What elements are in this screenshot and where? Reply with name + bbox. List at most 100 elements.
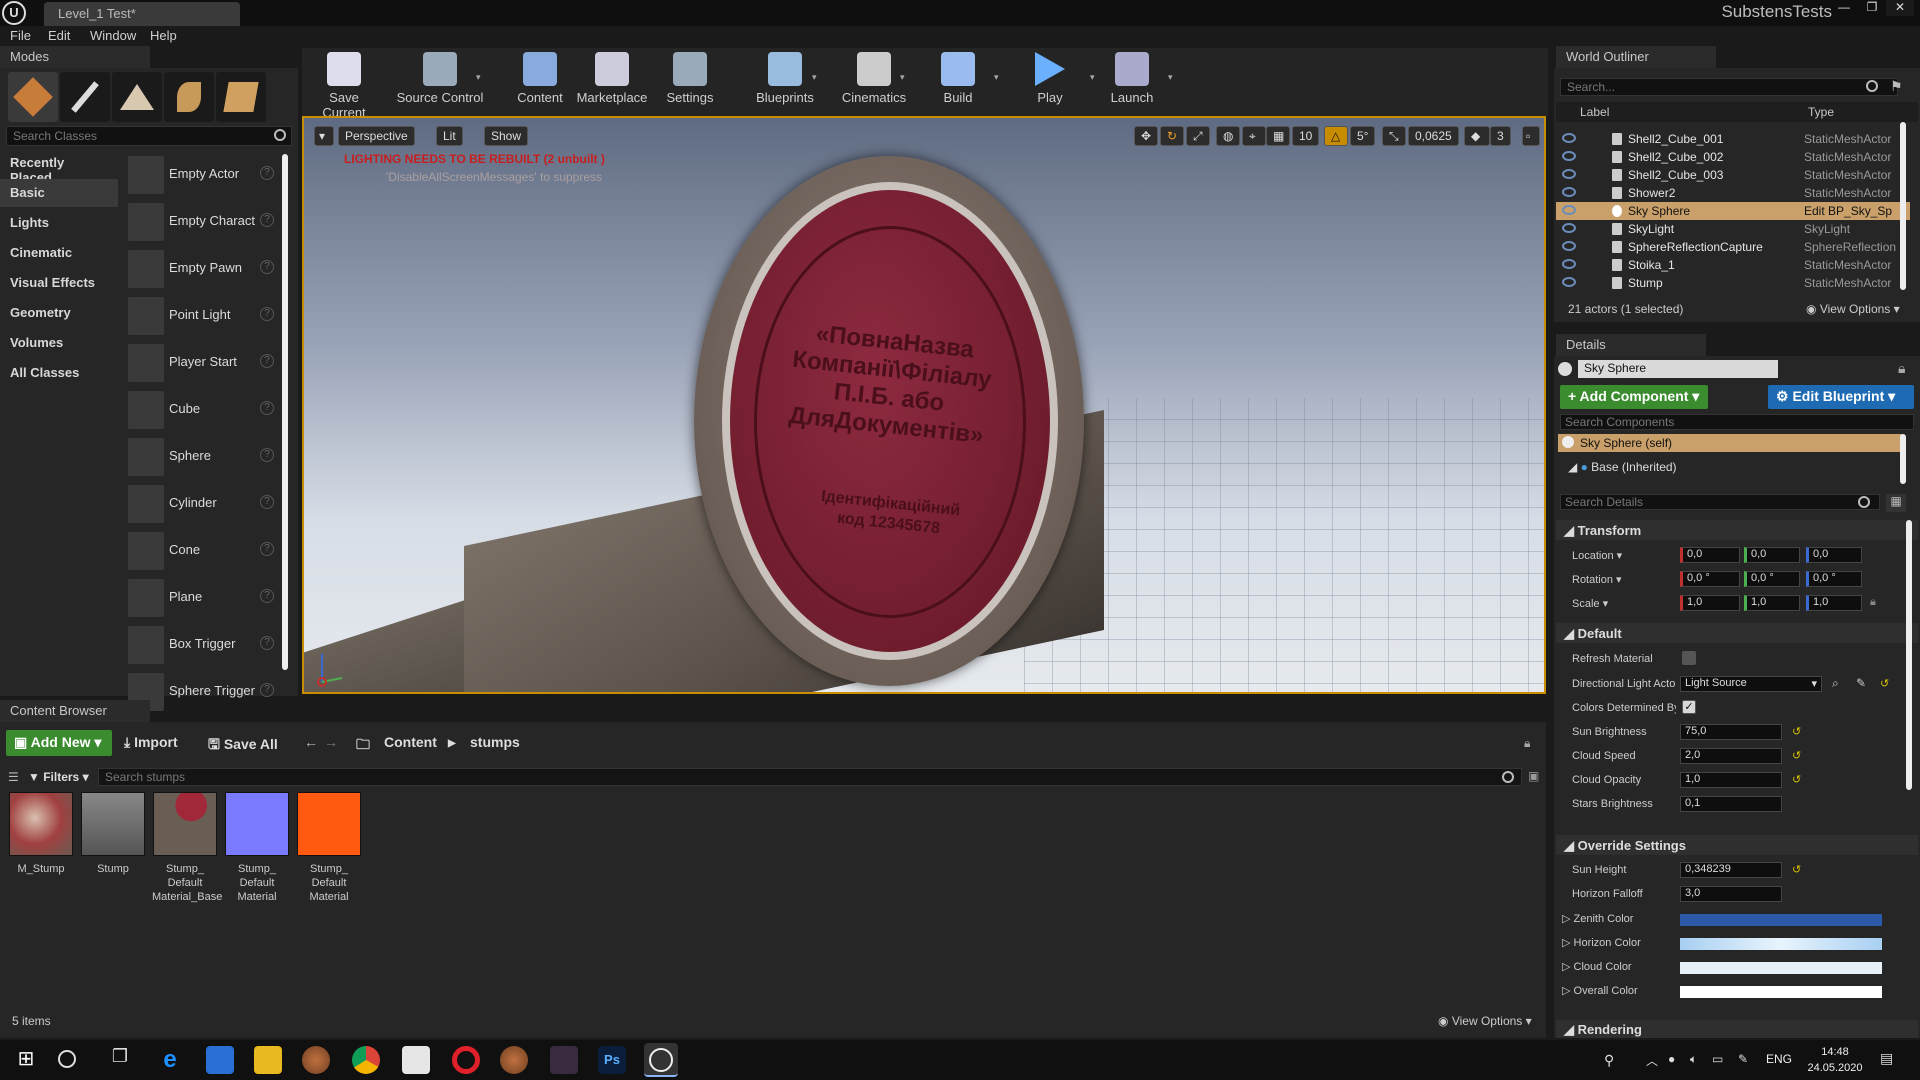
sun-height-reset-icon[interactable]: ↺ bbox=[1792, 863, 1801, 876]
toolbar-dropdown-icon[interactable]: ▾ bbox=[1168, 72, 1173, 83]
search-taskbar-icon[interactable] bbox=[58, 1050, 76, 1068]
photoshop-icon[interactable]: Ps bbox=[598, 1046, 626, 1074]
toolbar-dropdown-icon[interactable]: ▾ bbox=[994, 72, 999, 83]
outliner-row[interactable]: Stump StaticMeshActor bbox=[1556, 274, 1910, 292]
location-label[interactable]: Location ▾ bbox=[1572, 549, 1676, 562]
landscape-mode-icon[interactable] bbox=[112, 72, 162, 122]
outliner-actor-type[interactable]: Edit BP_Sky_Sp bbox=[1804, 204, 1904, 218]
visibility-eye-icon[interactable] bbox=[1562, 259, 1576, 269]
category-volumes[interactable]: Volumes bbox=[0, 329, 118, 357]
details-scrollbar[interactable] bbox=[1906, 520, 1912, 790]
visibility-eye-icon[interactable] bbox=[1562, 133, 1576, 143]
path-content[interactable]: Content bbox=[384, 734, 437, 750]
asset-tile[interactable]: Stump_ Default Material bbox=[224, 792, 290, 904]
level-viewport[interactable]: «ПовнаНазва Компанії\Філіалу П.І.Б. або … bbox=[302, 116, 1546, 694]
visibility-eye-icon[interactable] bbox=[1562, 151, 1576, 161]
edit-blueprint-button[interactable]: ⚙ Edit Blueprint ▾ bbox=[1768, 385, 1914, 409]
scale-snap-icon[interactable]: ⤡ bbox=[1382, 126, 1406, 146]
outliner-row[interactable]: Shell2_Cube_003 StaticMeshActor bbox=[1556, 166, 1910, 184]
cloud-speed-field[interactable]: 2,0 bbox=[1680, 748, 1782, 764]
scale-z-field[interactable]: 1,0 bbox=[1806, 595, 1862, 611]
modes-tab[interactable]: Modes bbox=[0, 46, 150, 68]
help-icon[interactable]: ? bbox=[260, 307, 274, 321]
outliner-label-column[interactable]: Label bbox=[1580, 105, 1609, 119]
components-scrollbar[interactable] bbox=[1900, 434, 1906, 484]
actor-item[interactable]: Plane? bbox=[124, 575, 284, 621]
outliner-row[interactable]: Shower2 StaticMeshActor bbox=[1556, 184, 1910, 202]
save-all-button[interactable]: 🖫︎ Save All bbox=[208, 734, 278, 758]
stars-brightness-field[interactable]: 0,1 bbox=[1680, 796, 1782, 812]
details-tab[interactable]: Details bbox=[1556, 334, 1706, 356]
toolbar-dropdown-icon[interactable]: ▾ bbox=[900, 72, 905, 83]
chevron-up-icon[interactable]: ︿ bbox=[1646, 1052, 1658, 1069]
menu-edit[interactable]: Edit bbox=[48, 28, 70, 43]
notepad-icon[interactable] bbox=[402, 1046, 430, 1074]
notifications-icon[interactable]: ▤ bbox=[1880, 1050, 1893, 1067]
outliner-row[interactable]: SphereReflectionCapture SphereReflection bbox=[1556, 238, 1910, 256]
toolbar-marketplace-button[interactable]: Marketplace bbox=[570, 50, 654, 112]
maximize-viewport-icon[interactable]: ▫ bbox=[1522, 126, 1540, 146]
visibility-eye-icon[interactable] bbox=[1562, 241, 1576, 251]
toolbar-dropdown-icon[interactable]: ▾ bbox=[812, 72, 817, 83]
outliner-row[interactable]: Shell2_Cube_001 StaticMeshActor bbox=[1556, 130, 1910, 148]
search-classes-input[interactable]: Search Classes bbox=[6, 126, 292, 146]
world-outliner-tab[interactable]: World Outliner bbox=[1556, 46, 1716, 68]
start-icon[interactable]: ⊞ bbox=[12, 1046, 40, 1074]
close-icon[interactable]: ✕ bbox=[1886, 0, 1914, 16]
maximize-icon[interactable]: ❐ bbox=[1858, 0, 1886, 16]
category-basic[interactable]: Basic bbox=[0, 179, 118, 207]
browse-icon[interactable]: ⌕ bbox=[1832, 676, 1839, 691]
unreal-logo-icon[interactable]: U bbox=[2, 1, 26, 25]
visibility-eye-icon[interactable] bbox=[1562, 205, 1576, 215]
surface-snap-icon[interactable]: ⌖ bbox=[1242, 126, 1266, 146]
people-icon[interactable]: ⚲ bbox=[1604, 1052, 1614, 1069]
path-stumps[interactable]: stumps bbox=[470, 734, 520, 750]
save-search-icon[interactable]: ▣ bbox=[1528, 769, 1539, 783]
outliner-type-column[interactable]: Type bbox=[1808, 105, 1834, 119]
category-all-classes[interactable]: All Classes bbox=[0, 359, 118, 387]
cloud-opacity-reset-icon[interactable]: ↺ bbox=[1792, 773, 1801, 786]
search-assets-input[interactable]: Search stumps bbox=[98, 768, 1522, 786]
explorer-icon[interactable] bbox=[254, 1046, 282, 1074]
substance-icon[interactable] bbox=[302, 1046, 330, 1074]
actor-item[interactable]: Empty Pawn? bbox=[124, 246, 284, 292]
asset-tile[interactable]: Stump_ Default Material_Base bbox=[152, 792, 222, 904]
reset-icon[interactable]: ↺ bbox=[1880, 677, 1889, 690]
toolbar-source-control-button[interactable]: Source Control bbox=[390, 50, 490, 112]
menu-help[interactable]: Help bbox=[150, 28, 177, 43]
cloud-opacity-field[interactable]: 1,0 bbox=[1680, 772, 1782, 788]
toolbar-settings-button[interactable]: Settings bbox=[660, 50, 720, 112]
minimize-icon[interactable]: — bbox=[1830, 0, 1858, 16]
help-icon[interactable]: ? bbox=[260, 448, 274, 462]
category-lights[interactable]: Lights bbox=[0, 209, 118, 237]
rotation-y-field[interactable]: 0,0 ° bbox=[1744, 571, 1800, 587]
store-icon[interactable] bbox=[206, 1046, 234, 1074]
outliner-row[interactable]: Sky Sphere Edit BP_Sky_Sp bbox=[1556, 202, 1910, 220]
toolbar-save-current-button[interactable]: Save Current bbox=[306, 50, 382, 120]
cloud-color-label[interactable]: ▷ Cloud Color bbox=[1562, 960, 1666, 973]
component-self[interactable]: Sky Sphere (self) bbox=[1558, 434, 1902, 452]
filters-button[interactable]: ▼ Filters ▾ bbox=[28, 770, 89, 784]
folder-icon[interactable]: 🗀︎ bbox=[356, 734, 370, 758]
toolbar-dropdown-icon[interactable]: ▾ bbox=[1090, 72, 1095, 83]
property-matrix-icon[interactable]: ▦ bbox=[1886, 494, 1906, 512]
modes-scrollbar[interactable] bbox=[282, 154, 288, 670]
toolbar-launch-button[interactable]: Launch bbox=[1106, 50, 1158, 112]
app-icon[interactable] bbox=[550, 1046, 578, 1074]
place-mode-icon[interactable] bbox=[8, 72, 58, 122]
scale-label[interactable]: Scale ▾ bbox=[1572, 597, 1676, 610]
viewport-options-dropdown[interactable]: ▾ bbox=[314, 126, 334, 146]
forward-icon[interactable]: → bbox=[324, 734, 338, 750]
directional-light-select[interactable]: Light Source ▾ bbox=[1680, 676, 1822, 692]
edge-icon[interactable]: e bbox=[156, 1046, 184, 1074]
menu-file[interactable]: File bbox=[10, 28, 31, 43]
add-new-button[interactable]: ▣ Add New ▾ bbox=[6, 730, 112, 756]
antivirus-icon[interactable]: ● bbox=[1668, 1052, 1675, 1066]
opera-icon[interactable] bbox=[452, 1046, 480, 1074]
rotation-snap-icon[interactable]: △ bbox=[1324, 126, 1348, 146]
show-button[interactable]: Show bbox=[484, 126, 529, 146]
rendering-section[interactable]: ◢ Rendering bbox=[1556, 1020, 1918, 1038]
outliner-row[interactable]: SkyLight SkyLight bbox=[1556, 220, 1910, 238]
outliner-row[interactable]: Shell2_Cube_002 StaticMeshActor bbox=[1556, 148, 1910, 166]
category-cinematic[interactable]: Cinematic bbox=[0, 239, 118, 267]
